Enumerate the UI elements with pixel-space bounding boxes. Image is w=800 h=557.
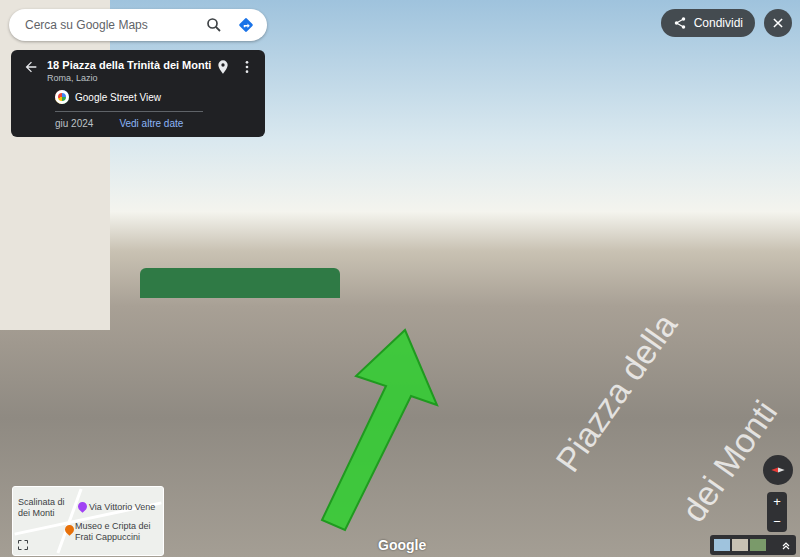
zoom-button[interactable]: + bbox=[767, 492, 787, 512]
place-card: 18 Piazza della Trinità dei Monti Roma, L… bbox=[11, 50, 265, 137]
minimap-label: Museo e Cripta dei bbox=[75, 521, 151, 531]
zoom-controls: +− bbox=[767, 492, 787, 532]
minimap-label: Frati Cappuccini bbox=[75, 532, 140, 542]
compass-needle-icon bbox=[768, 460, 788, 480]
back-arrow-icon[interactable] bbox=[23, 59, 39, 75]
source-label: Google Street View bbox=[75, 92, 161, 103]
minimap-label: dei Monti bbox=[18, 508, 55, 518]
thumbnail[interactable] bbox=[732, 539, 748, 551]
street-view[interactable]: Piazza delladei MontiCerca su Google Map… bbox=[0, 0, 800, 557]
close-icon bbox=[771, 16, 785, 30]
more-dates-link[interactable]: Vedi altre date bbox=[119, 118, 183, 129]
place-subtitle: Roma, Lazio bbox=[47, 73, 207, 83]
compass[interactable] bbox=[763, 455, 793, 485]
google-logo-icon bbox=[55, 90, 69, 104]
zoom-button[interactable]: − bbox=[767, 512, 787, 532]
thumbnail[interactable] bbox=[714, 539, 730, 551]
close-button[interactable] bbox=[764, 9, 792, 37]
kiosk-awning bbox=[140, 268, 340, 298]
minimap[interactable]: Scalinata didei Monti Via Vittorio Vene Mu… bbox=[12, 486, 164, 556]
minimap-pin-icon bbox=[76, 500, 89, 513]
minimap-label: Via Vittorio Vene bbox=[89, 502, 155, 512]
expand-up-icon[interactable] bbox=[780, 539, 792, 551]
share-button[interactable]: Condividi bbox=[661, 9, 755, 37]
thumbnail[interactable] bbox=[750, 539, 766, 551]
divider bbox=[55, 111, 203, 112]
place-title: 18 Piazza della Trinità dei Monti bbox=[47, 59, 207, 71]
share-icon bbox=[673, 16, 687, 30]
photo-strip[interactable] bbox=[710, 535, 796, 555]
directions-icon[interactable] bbox=[237, 16, 255, 34]
expand-icon[interactable] bbox=[17, 539, 29, 551]
pin-icon[interactable] bbox=[215, 59, 231, 75]
minimap-label: Scalinata di bbox=[18, 497, 65, 507]
search-box[interactable]: Cerca su Google Maps bbox=[9, 9, 267, 41]
search-icon[interactable] bbox=[205, 16, 223, 34]
google-watermark: Google bbox=[378, 537, 426, 553]
more-icon[interactable] bbox=[239, 59, 255, 75]
search-placeholder: Cerca su Google Maps bbox=[25, 18, 191, 32]
capture-date: giu 2024 bbox=[55, 118, 93, 129]
